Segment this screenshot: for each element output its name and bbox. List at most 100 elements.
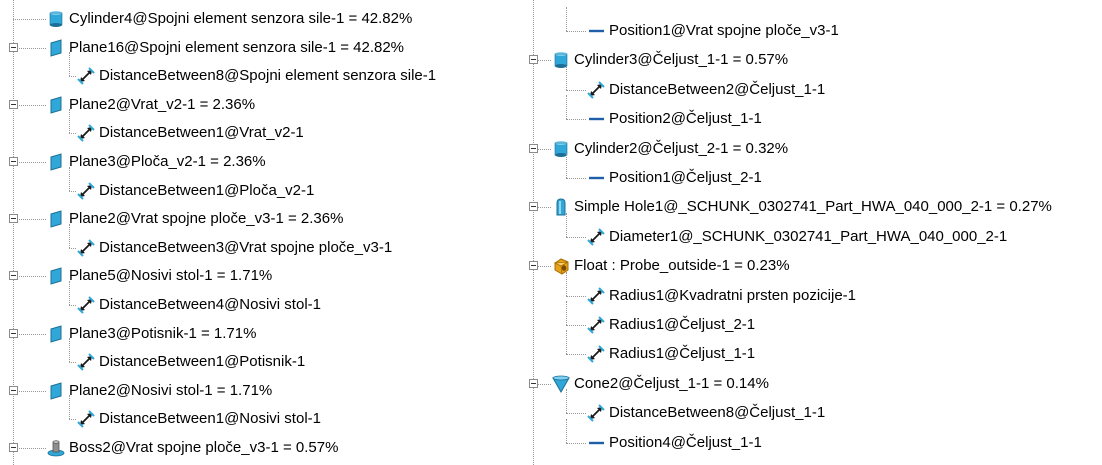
tree-node[interactable]: Cylinder3@Čeljust_1-1 = 0.57% (512, 48, 1102, 72)
tree-item-label: Plane3@Ploča_v2-1 = 2.36% (69, 153, 266, 170)
tree-item-label: Position1@Čeljust_2-1 (609, 169, 762, 186)
tree-item-label: Position4@Čeljust_1-1 (609, 433, 762, 451)
collapse-toggle-icon[interactable] (9, 271, 18, 281)
position-icon (587, 110, 605, 128)
collapse-toggle-icon[interactable] (529, 202, 538, 212)
tree-item-label: Position1@Vrat spojne ploče_v3-1 (609, 22, 839, 39)
tree-leaf[interactable]: Radius1@Čeljust_1-1 (512, 330, 1102, 366)
tree-guide-line (69, 395, 70, 420)
tree-leaf[interactable]: DistanceBetween8@Čeljust_1-1 (512, 389, 1102, 425)
tree-leaf[interactable]: DistanceBetween1@Ploča_v2-1 (0, 166, 512, 203)
tree-connector (566, 442, 586, 444)
tree-connector (566, 295, 586, 297)
plane-icon (47, 324, 65, 343)
tree-node[interactable]: Boss2@Vrat spojne ploče_v3-1 = 0.57% (0, 436, 512, 460)
tree-guide-line (566, 154, 567, 178)
tree-leaf[interactable]: Position4@Čeljust_1-1 (512, 418, 1102, 455)
collapse-toggle-icon[interactable] (9, 157, 18, 166)
tree-item-label: Plane3@Potisnik-1 = 1.71% (69, 324, 257, 342)
dimension-icon (77, 410, 95, 429)
tree-connector (566, 236, 586, 238)
plane-icon (47, 267, 65, 286)
collapse-toggle-icon[interactable] (529, 261, 538, 271)
tree-node[interactable]: Cylinder2@Čeljust_2-1 = 0.32% (512, 137, 1102, 161)
tree-item-label: DistanceBetween1@Potisnik-1 (99, 353, 306, 371)
tree-leaf[interactable]: Position1@Čeljust_2-1 (512, 154, 1102, 190)
tree-node[interactable]: Cone2@Čeljust_1-1 = 0.14% (512, 372, 1102, 396)
plane-icon (47, 382, 65, 400)
tree-leaf[interactable]: DistanceBetween2@Čeljust_1-1 (512, 65, 1102, 102)
dimension-icon (77, 296, 95, 314)
tree-node[interactable]: Plane3@Ploča_v2-1 = 2.36% (0, 150, 512, 174)
tree-item-label: Radius1@Kvadratni prsten pozicije-1 (609, 286, 857, 304)
tree-guide-line (69, 52, 70, 77)
tree-leaf[interactable]: DistanceBetween3@Vrat spojne ploče_v3-1 (0, 223, 512, 260)
tree-node[interactable]: Plane2@Nosivi stol-1 = 1.71% (0, 379, 512, 403)
tree-leaf[interactable]: Radius1@Kvadratni prsten pozicije-1 (512, 271, 1102, 308)
hole-icon (552, 198, 570, 216)
tree-item-label: Plane2@Nosivi stol-1 = 1.71% (69, 381, 273, 399)
tree-guide-line (566, 271, 567, 296)
tree-leaf[interactable]: Position1@Vrat spojne ploče_v3-1 (512, 7, 1102, 43)
collapse-toggle-icon[interactable] (9, 99, 18, 109)
cylinder-icon (47, 10, 65, 28)
tree-leaf[interactable]: DistanceBetween1@Potisnik-1 (0, 338, 512, 374)
plane-icon (47, 38, 65, 57)
tree-node[interactable]: Plane3@Potisnik-1 = 1.71% (0, 322, 512, 346)
collapse-toggle-icon[interactable] (529, 378, 538, 388)
tree-connector (566, 31, 586, 32)
tree-node[interactable]: Float : Probe_outside-1 = 0.23% (512, 254, 1102, 278)
dimension-icon (77, 181, 95, 200)
tree-leaf[interactable]: DistanceBetween1@Vrat_v2-1 (0, 109, 512, 145)
tree-item-label: DistanceBetween1@Vrat_v2-1 (99, 124, 304, 142)
plane-icon (47, 210, 65, 228)
tree-connector (69, 362, 76, 364)
tree-leaf[interactable]: Diameter1@_SCHUNK_0302741_Part_HWA_040_0… (512, 212, 1102, 249)
tree-item-label: Diameter1@_SCHUNK_0302741_Part_HWA_040_0… (609, 227, 1008, 245)
collapse-toggle-icon[interactable] (9, 42, 18, 52)
collapse-toggle-icon[interactable] (9, 328, 18, 338)
tree-item-label: DistanceBetween2@Čeljust_1-1 (609, 80, 826, 98)
tree-node[interactable]: Plane2@Vrat spojne ploče_v3-1 = 2.36% (0, 207, 512, 231)
dimension-icon (77, 67, 95, 85)
collapse-toggle-icon[interactable] (529, 55, 538, 65)
dimension-icon (77, 124, 95, 143)
tree-node[interactable]: Simple Hole1@_SCHUNK_0302741_Part_HWA_04… (512, 195, 1102, 219)
dimension-icon (77, 353, 95, 371)
tree-connector (69, 133, 76, 135)
tree-node[interactable]: Plane5@Nosivi stol-1 = 1.71% (0, 264, 512, 288)
tree-leaf[interactable]: Radius1@Čeljust_2-1 (512, 301, 1102, 337)
collapse-toggle-icon[interactable] (9, 214, 18, 224)
tree-connector (69, 190, 76, 192)
cylinder-icon (552, 140, 570, 158)
tree-item-label: Plane2@Vrat spojne ploče_v3-1 = 2.36% (69, 210, 344, 228)
tree-node[interactable]: Cylinder4@Spojni element senzora sile-1 … (0, 7, 512, 31)
tree-node[interactable]: Plane2@Vrat_v2-1 = 2.36% (0, 93, 512, 117)
tree-leaf[interactable]: DistanceBetween1@Nosivi stol-1 (0, 395, 512, 431)
dimension-icon (587, 345, 605, 364)
tree-guide-line (69, 338, 70, 363)
tree-item-label: DistanceBetween4@Nosivi stol-1 (99, 296, 321, 313)
tree-guide-line (566, 389, 567, 414)
tree-item-label: Simple Hole1@_SCHUNK_0302741_Part_HWA_04… (574, 198, 1052, 216)
left-tree-column: Cylinder4@Spojni element senzora sile-1 … (0, 0, 512, 465)
collapse-toggle-icon[interactable] (529, 143, 538, 153)
plane-icon (47, 96, 65, 114)
tree-leaf[interactable]: DistanceBetween8@Spojni element senzora … (0, 52, 512, 88)
tree-item-label: Cylinder3@Čeljust_1-1 = 0.57% (574, 51, 789, 69)
dimension-icon (587, 81, 605, 99)
tree-guide-line (566, 212, 567, 237)
collapse-toggle-icon[interactable] (9, 443, 18, 452)
tree-leaf[interactable]: Position2@Čeljust_1-1 (512, 95, 1102, 131)
dimension-icon (587, 286, 605, 305)
tree-connector (69, 247, 76, 249)
tree-item-label: Boss2@Vrat spojne ploče_v3-1 = 0.57% (69, 439, 339, 456)
collapse-toggle-icon[interactable] (9, 385, 18, 395)
right-tree-column: Position1@Vrat spojne ploče_v3-1 Cylinde… (512, 0, 1102, 465)
dimension-icon (587, 404, 605, 422)
tree-guide-line (566, 95, 567, 120)
tree-item-label: Plane2@Vrat_v2-1 = 2.36% (69, 95, 256, 113)
tree-leaf[interactable]: DistanceBetween4@Nosivi stol-1 (0, 281, 512, 317)
tree-node[interactable]: Plane16@Spojni element senzora sile-1 = … (0, 36, 512, 60)
tree-item-label: Cylinder2@Čeljust_2-1 = 0.32% (574, 139, 789, 157)
